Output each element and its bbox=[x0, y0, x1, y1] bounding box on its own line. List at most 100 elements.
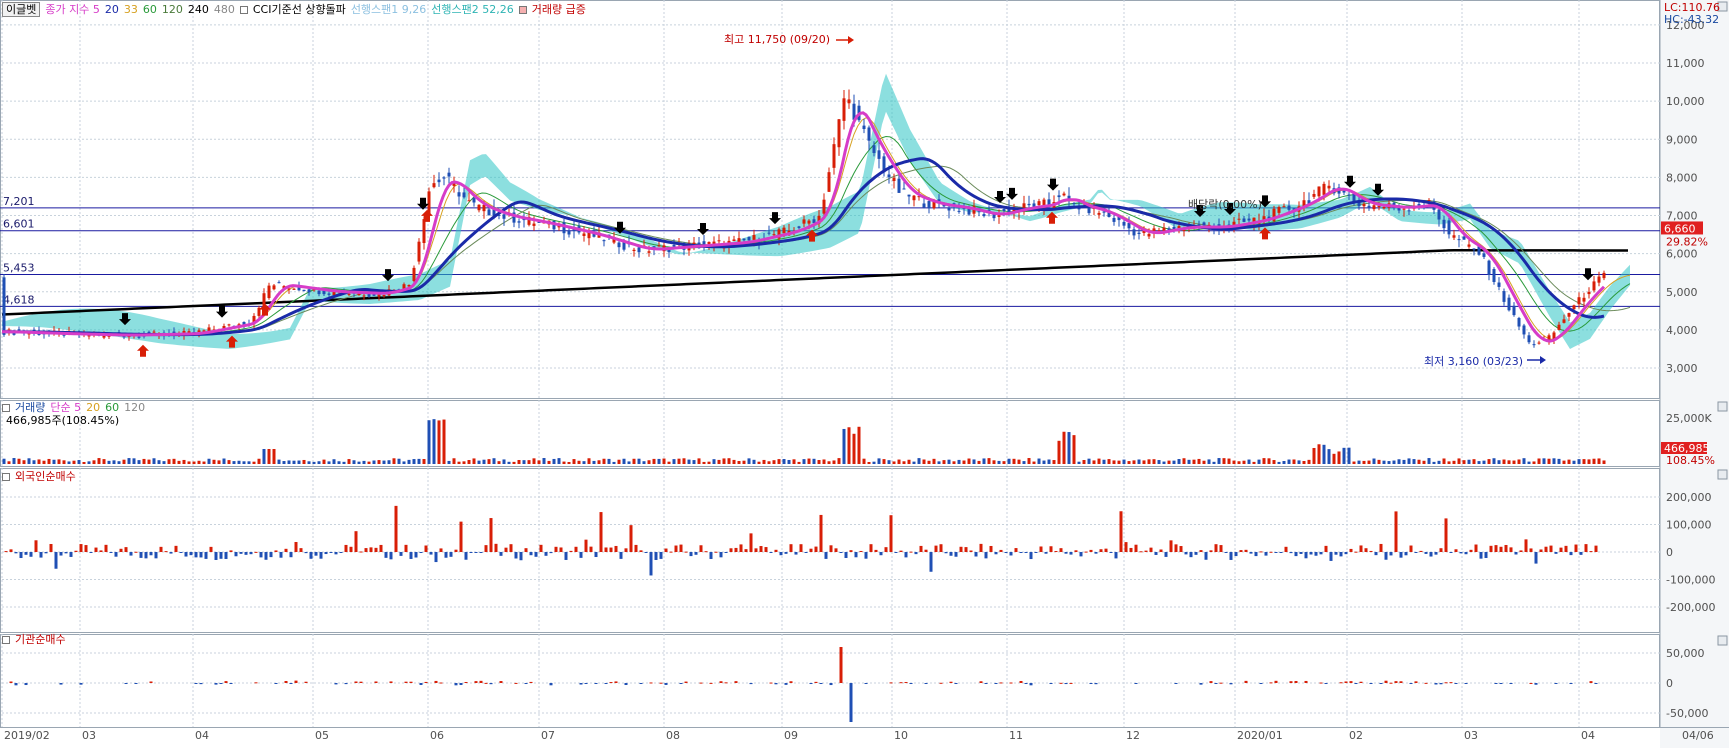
foreign-bar bbox=[294, 541, 298, 552]
foreign-bar bbox=[1519, 550, 1523, 552]
volume-bar bbox=[32, 460, 36, 464]
foreign-bar bbox=[49, 543, 53, 552]
volume-bar bbox=[297, 460, 301, 464]
stock-chart[interactable]: 12,000 11,000 10,000 9,000 8,000 7,000 6,000 5,… bbox=[0, 0, 1729, 748]
legend-ma20[interactable]: 20 bbox=[105, 3, 119, 16]
level-line-label: 6,601 bbox=[3, 218, 35, 231]
candle-body bbox=[277, 282, 281, 284]
legend-volume-surge[interactable]: 거래량 급증 bbox=[532, 3, 586, 16]
candle-body bbox=[732, 239, 736, 242]
panel-scroll-button[interactable] bbox=[1717, 635, 1728, 646]
volume-bar bbox=[227, 460, 231, 464]
foreign-bar bbox=[204, 552, 208, 559]
foreign-bar bbox=[529, 552, 533, 556]
foreign-bar bbox=[574, 546, 578, 552]
institution-bar bbox=[359, 681, 363, 683]
panel-scroll-button[interactable] bbox=[1717, 401, 1728, 412]
foreign-bar bbox=[464, 552, 468, 560]
legend-volume[interactable]: 거래량 bbox=[15, 401, 45, 414]
volume-bar bbox=[577, 460, 581, 464]
institution-toggle[interactable] bbox=[2, 636, 10, 644]
candle-body bbox=[807, 220, 811, 224]
volume-bar bbox=[1512, 460, 1516, 464]
foreign-axis-tick: 0 bbox=[1666, 546, 1673, 559]
panel-scroll-button[interactable] bbox=[1717, 469, 1728, 480]
volume-bar bbox=[337, 461, 341, 464]
indicator-settings-button[interactable]: 이글벳 bbox=[2, 2, 41, 17]
legend-institution[interactable]: 기관순매수 bbox=[15, 633, 66, 646]
institution-bar bbox=[134, 683, 138, 684]
volume-bar bbox=[717, 459, 721, 464]
candle-body bbox=[1442, 219, 1446, 229]
foreign-bar bbox=[694, 552, 698, 555]
legend-ma240[interactable]: 240 bbox=[188, 3, 209, 16]
date-axis-label: 11 bbox=[1009, 729, 1023, 742]
legend-cci[interactable]: CCI기준선 상향돌파 bbox=[253, 3, 346, 16]
foreign-bar bbox=[74, 550, 78, 552]
foreign-bar bbox=[689, 552, 693, 557]
foreign-bar bbox=[549, 552, 553, 554]
volume-bar bbox=[692, 460, 696, 464]
candle-body bbox=[782, 227, 786, 234]
foreign-bar bbox=[1234, 552, 1238, 557]
legend-ma60[interactable]: 60 bbox=[143, 3, 157, 16]
legend-span2[interactable]: 선행스팬2 52,26 bbox=[431, 3, 513, 16]
legend-close-index[interactable]: 종가 지수 5 bbox=[45, 3, 99, 16]
candle-body bbox=[897, 178, 901, 193]
foreign-bar bbox=[619, 552, 623, 559]
volume-bar bbox=[1017, 459, 1021, 464]
volume-bar bbox=[562, 461, 566, 464]
foreign-bar bbox=[1049, 546, 1053, 552]
foreign-bar bbox=[979, 543, 983, 552]
institution-bar bbox=[284, 681, 288, 683]
candle-body bbox=[1282, 206, 1286, 208]
volume-bar bbox=[1082, 460, 1086, 464]
legend-span1[interactable]: 선행스팬1 9,26 bbox=[351, 3, 426, 16]
legend-volume-simple[interactable]: 단순 5 bbox=[50, 401, 81, 414]
legend-foreign[interactable]: 외국인순매수 bbox=[15, 470, 76, 483]
institution-bar bbox=[474, 681, 478, 683]
institution-bar bbox=[594, 683, 598, 684]
foreign-bar bbox=[144, 552, 148, 559]
legend-ma120[interactable]: 120 bbox=[162, 3, 183, 16]
candle-body bbox=[1537, 342, 1541, 344]
legend-ma480[interactable]: 480 bbox=[214, 3, 235, 16]
foreign-bar bbox=[254, 551, 258, 553]
candle-body bbox=[517, 221, 521, 223]
legend-volume-ma60[interactable]: 60 bbox=[105, 401, 119, 414]
foreign-bar bbox=[304, 552, 308, 554]
foreign-bar bbox=[1334, 552, 1338, 555]
institution-bar bbox=[1454, 683, 1458, 684]
volume-bar bbox=[1167, 460, 1171, 464]
price-axis-tick: 11,000 bbox=[1666, 57, 1705, 70]
legend-ma33[interactable]: 33 bbox=[124, 3, 138, 16]
chart-canvas[interactable]: 12,00011,00010,0009,0008,0007,0006,0005,… bbox=[0, 0, 1729, 748]
volume-bar bbox=[627, 461, 631, 464]
cci-toggle[interactable] bbox=[239, 6, 248, 14]
volume-bar bbox=[412, 459, 416, 464]
legend-volume-ma120[interactable]: 120 bbox=[124, 401, 145, 414]
candle-body bbox=[432, 183, 436, 188]
volume-bar bbox=[1277, 461, 1281, 464]
foreign-toggle[interactable] bbox=[2, 473, 10, 481]
candle-body bbox=[1322, 183, 1326, 195]
volume-bar bbox=[1137, 459, 1141, 464]
foreign-bar bbox=[799, 544, 803, 552]
foreign-bar bbox=[209, 546, 213, 552]
volume-bar bbox=[742, 460, 746, 464]
volume-surge-toggle[interactable] bbox=[518, 6, 527, 14]
foreign-bar bbox=[1489, 545, 1493, 552]
volume-bar bbox=[582, 461, 586, 464]
foreign-bar bbox=[474, 552, 478, 553]
candle-body bbox=[672, 245, 676, 247]
volume-bar bbox=[1562, 460, 1566, 464]
legend-volume-ma20[interactable]: 20 bbox=[86, 401, 100, 414]
volume-bar bbox=[92, 460, 96, 464]
candle-body bbox=[1512, 305, 1516, 316]
institution-bar bbox=[1274, 680, 1278, 683]
volume-bar bbox=[202, 461, 206, 464]
volume-toggle[interactable] bbox=[2, 404, 10, 412]
institution-bar bbox=[404, 681, 408, 683]
institution-bar bbox=[1294, 680, 1298, 683]
candle-body bbox=[1382, 206, 1386, 209]
